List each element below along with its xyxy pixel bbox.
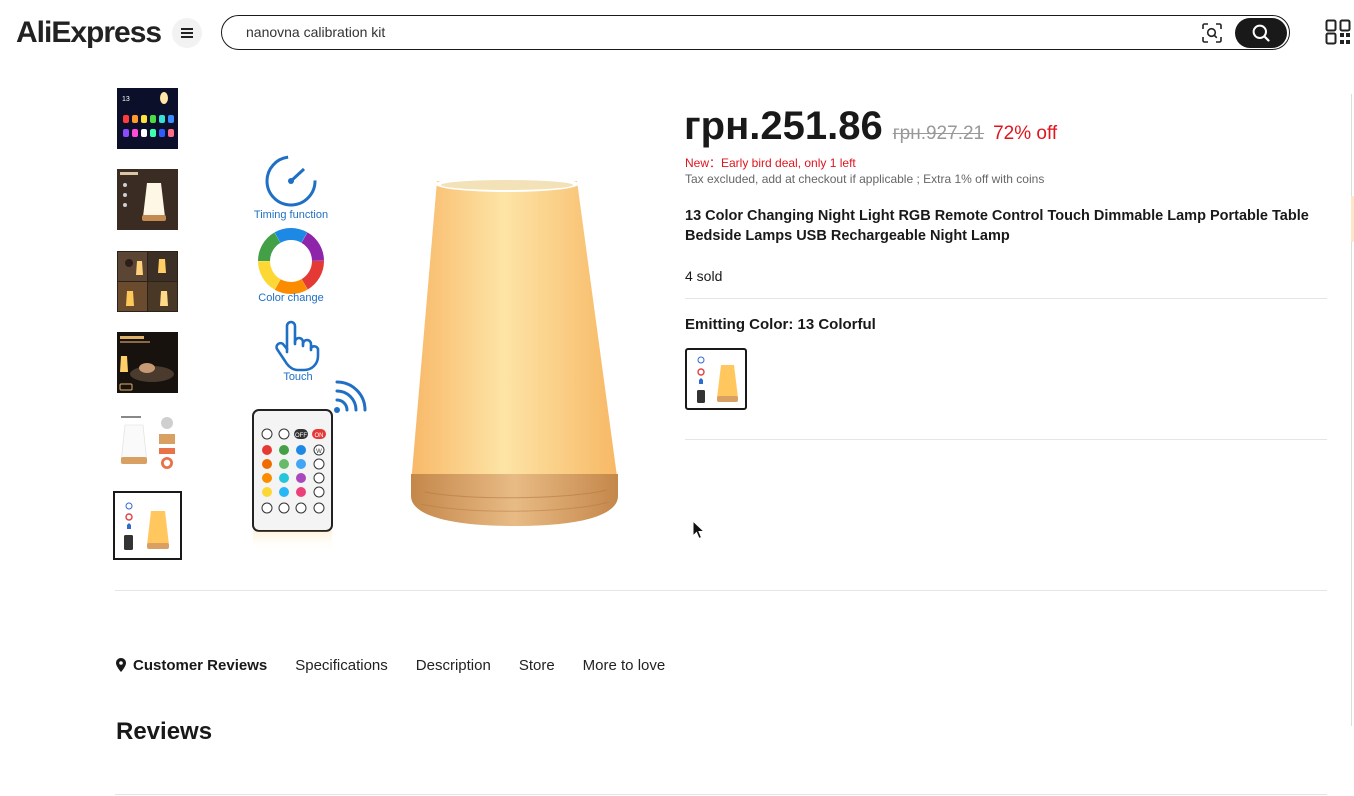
signal-waves-icon	[334, 380, 367, 413]
color-label: Emitting Color: 13 Colorful	[685, 316, 876, 333]
logo-text: AliExpress	[16, 16, 162, 49]
color-option-image	[697, 356, 738, 403]
tab-label: Store	[518, 656, 555, 674]
thumbnail-features[interactable]	[117, 169, 178, 230]
remote-control-image: OFF ON W	[252, 409, 333, 553]
product-title: 13 Color Changing Night Light RGB Remote…	[685, 208, 1309, 244]
night-lamp-image	[411, 176, 618, 526]
tab-label: More to love	[582, 656, 666, 674]
divider	[685, 298, 1327, 299]
thumbnail-badge: 13	[122, 96, 130, 103]
price-row: грн.251.86 грн.927.21 72% off	[684, 104, 1057, 149]
qr-code-icon[interactable]	[1325, 19, 1351, 45]
search-input[interactable]	[246, 16, 1146, 48]
search-button[interactable]	[1235, 17, 1287, 48]
feature-touch-label: Touch	[283, 371, 312, 383]
tab-customer-reviews[interactable]: Customer Reviews	[116, 657, 267, 674]
feature-timing-label: Timing function	[254, 209, 328, 221]
original-price: грн.927.21	[892, 123, 985, 144]
divider	[115, 794, 1327, 795]
tab-description[interactable]: Description	[416, 657, 491, 674]
divider	[115, 590, 1327, 591]
feature-color-label: Color change	[258, 292, 323, 304]
thumbnail-features-image	[117, 169, 178, 230]
aliexpress-logo[interactable]: AliExpress	[16, 14, 162, 52]
thumbnail-lifestyle[interactable]	[117, 251, 178, 312]
search-icon	[1252, 24, 1270, 42]
current-price: грн.251.86	[684, 104, 883, 148]
location-pin-icon	[116, 658, 126, 672]
tab-label: Customer Reviews	[133, 656, 268, 674]
remote-on-label: ON	[315, 433, 324, 439]
thumbnail-bedroom[interactable]	[117, 332, 178, 393]
thumbnail-colors[interactable]: 13	[117, 88, 178, 149]
product-illustration: Timing function Color change Touch OFF O…	[252, 155, 618, 553]
main-product-image[interactable]: Timing function Color change Touch OFF O…	[225, 94, 655, 564]
color-option-13-colorful[interactable]	[685, 348, 747, 410]
thumbnail-remote[interactable]	[113, 491, 182, 560]
top-header: AliExpress	[0, 0, 1354, 66]
menu-button[interactable]	[172, 18, 202, 48]
discount-badge: 72% off	[993, 123, 1058, 144]
search-bar	[221, 15, 1290, 50]
tab-specifications[interactable]: Specifications	[295, 657, 388, 674]
sold-count: 4 sold	[685, 268, 723, 284]
menu-icon	[181, 28, 193, 38]
promo-text: New：Early bird deal, only 1 left	[685, 156, 856, 170]
touch-hand-icon	[275, 320, 320, 372]
remote-w-label: W	[316, 449, 322, 455]
tab-label: Description	[415, 656, 491, 674]
divider	[685, 439, 1327, 440]
color-wheel-icon	[258, 228, 324, 294]
tab-store[interactable]: Store	[519, 657, 555, 674]
thumbnail-remote-image	[117, 495, 178, 556]
section-tabs: Customer Reviews Specifications Descript…	[116, 654, 693, 676]
tax-note: Tax excluded, add at checkout if applica…	[685, 172, 1045, 186]
mouse-cursor-icon	[692, 520, 706, 540]
thumbnail-bedroom-image	[117, 332, 178, 393]
remote-off-label: OFF	[295, 433, 307, 439]
clock-icon	[265, 155, 317, 207]
thumbnail-dimensions-image	[117, 413, 178, 474]
thumbnail-colors-image: 13	[117, 88, 178, 149]
tab-label: Specifications	[295, 656, 388, 674]
thumbnail-dimensions[interactable]	[117, 413, 178, 474]
right-panel-edge	[1351, 94, 1352, 726]
thumbnail-lifestyle-image	[117, 251, 178, 312]
tab-more-to-love[interactable]: More to love	[583, 657, 666, 674]
reviews-heading: Reviews	[116, 718, 213, 745]
image-search-icon[interactable]	[1202, 23, 1222, 43]
